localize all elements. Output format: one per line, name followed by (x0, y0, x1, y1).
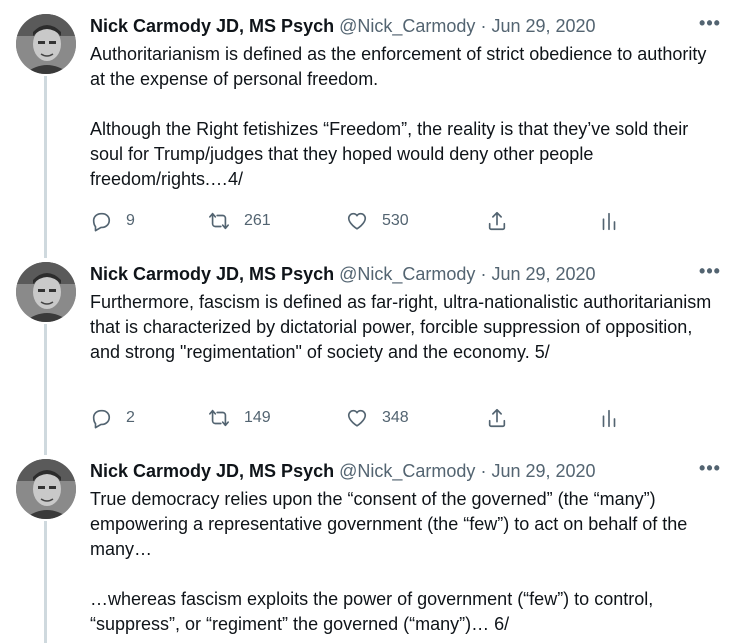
analytics-button[interactable] (598, 407, 620, 429)
avatar[interactable] (16, 459, 76, 519)
tweet-header: Nick Carmody JD, MS Psych @Nick_Carmody … (90, 14, 721, 38)
retweet-button[interactable]: 149 (208, 407, 271, 429)
analytics-button[interactable] (598, 210, 620, 232)
like-count: 348 (382, 409, 409, 426)
tweet-actions: 9 261 530 (90, 209, 630, 233)
author-name[interactable]: Nick Carmody JD, MS Psych (90, 264, 334, 284)
tweet-date[interactable]: Jun 29, 2020 (491, 264, 595, 284)
reply-count: 9 (126, 212, 135, 229)
tweet-text: Furthermore, fascism is defined as far-r… (90, 292, 717, 362)
thread-connector (44, 76, 47, 250)
tweet-date[interactable]: Jun 29, 2020 (491, 16, 595, 36)
share-button[interactable] (486, 210, 508, 232)
thread-connector (44, 441, 47, 455)
tweet-header: Nick Carmody JD, MS Psych @Nick_Carmody … (90, 459, 721, 483)
tweet-4[interactable]: Nick Carmody JD, MS Psych @Nick_Carmody … (0, 0, 741, 250)
author-handle[interactable]: @Nick_Carmody (339, 461, 475, 481)
tweet-thread: Nick Carmody JD, MS Psych @Nick_Carmody … (0, 0, 741, 643)
more-options-icon[interactable]: ••• (697, 13, 723, 37)
analytics-icon (602, 409, 616, 428)
tweet-actions: 2 149 348 (90, 406, 630, 430)
more-options-icon[interactable]: ••• (697, 458, 723, 482)
tweet-6[interactable]: Nick Carmody JD, MS Psych @Nick_Carmody … (0, 441, 741, 643)
share-icon (488, 211, 506, 231)
like-count: 530 (382, 212, 409, 229)
more-options-icon[interactable]: ••• (697, 261, 723, 285)
retweet-count: 261 (244, 212, 271, 229)
reply-icon (92, 212, 111, 232)
share-icon (488, 408, 506, 428)
author-name[interactable]: Nick Carmody JD, MS Psych (90, 461, 334, 481)
share-button[interactable] (486, 407, 508, 429)
reply-count: 2 (126, 409, 135, 426)
separator: · (480, 264, 487, 284)
author-handle[interactable]: @Nick_Carmody (339, 264, 475, 284)
separator: · (480, 461, 487, 481)
reply-icon (92, 409, 111, 429)
avatar[interactable] (16, 262, 76, 322)
heart-icon (347, 409, 367, 427)
like-button[interactable]: 530 (346, 210, 409, 232)
thread-connector (44, 521, 47, 643)
avatar[interactable] (16, 14, 76, 74)
retweet-icon (209, 409, 229, 427)
author-name[interactable]: Nick Carmody JD, MS Psych (90, 16, 334, 36)
heart-icon (347, 212, 367, 230)
author-handle[interactable]: @Nick_Carmody (339, 16, 475, 36)
tweet-text: Authoritarianism is defined as the enfor… (90, 44, 707, 189)
retweet-icon (209, 212, 229, 230)
retweet-button[interactable]: 261 (208, 210, 271, 232)
tweet-text: True democracy relies upon the “consent … (90, 489, 688, 634)
reply-button[interactable]: 2 (90, 407, 135, 429)
analytics-icon (602, 212, 616, 231)
tweet-5[interactable]: Nick Carmody JD, MS Psych @Nick_Carmody … (0, 244, 741, 446)
tweet-date[interactable]: Jun 29, 2020 (491, 461, 595, 481)
separator: · (480, 16, 487, 36)
like-button[interactable]: 348 (346, 407, 409, 429)
tweet-header: Nick Carmody JD, MS Psych @Nick_Carmody … (90, 262, 721, 286)
thread-connector (44, 324, 47, 446)
retweet-count: 149 (244, 409, 271, 426)
thread-connector (44, 244, 47, 258)
reply-button[interactable]: 9 (90, 210, 135, 232)
